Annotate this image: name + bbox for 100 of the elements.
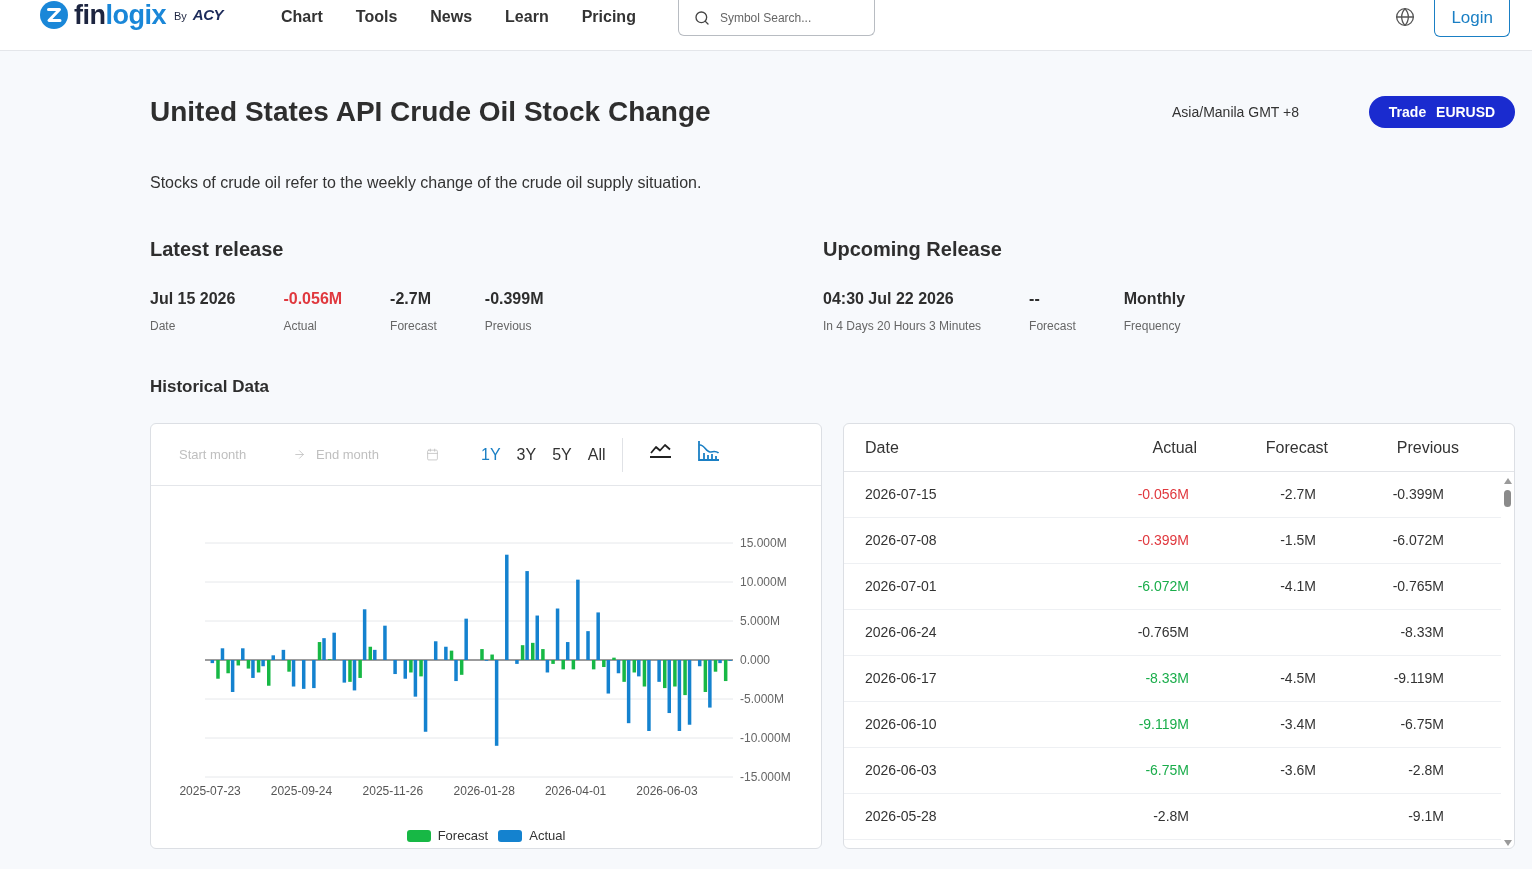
stat-value: -0.399M <box>484 289 544 309</box>
nav-link[interactable]: Learn <box>505 5 549 29</box>
actual-bar <box>383 625 387 660</box>
actual-cell-text: -9.119M <box>1137 715 1189 734</box>
forecast-cell-text: -4.5M <box>1279 669 1316 688</box>
date-cell-text: 2026-06-24 <box>865 623 938 642</box>
end-month-field[interactable]: End month <box>316 444 426 465</box>
brand-wordmark[interactable]: finlogix <box>74 0 166 30</box>
actual-bar <box>281 649 286 660</box>
start-month-field[interactable]: Start month <box>179 444 293 465</box>
actual-bar <box>515 660 519 664</box>
forecast-bar <box>409 660 413 673</box>
previous-cell-text: -6.072M <box>1391 531 1444 550</box>
nav-link[interactable]: Tools <box>355 5 398 29</box>
actual-bar <box>444 646 448 660</box>
x-axis-label: 2025-11-26 <box>362 784 424 798</box>
nav-link[interactable]: News <box>430 5 473 29</box>
previous-cell-text: -0.765M <box>1391 577 1444 596</box>
search-field[interactable]: Symbol Search... <box>677 0 875 36</box>
forecast-bar <box>683 660 687 696</box>
actual-cell-text: -0.056M <box>1136 485 1189 504</box>
actual-bar <box>393 660 397 675</box>
actual-bar <box>616 660 621 674</box>
range-tab[interactable]: All <box>587 442 606 467</box>
previous-cell-text: -8.33M <box>1399 623 1444 642</box>
column-header: Actual <box>1151 437 1197 458</box>
event-description: Stocks of crude oil refer to the weekly change of the crude oil supply situation. <box>150 173 703 193</box>
actual-bar <box>251 660 255 678</box>
forecast-bar <box>571 660 576 670</box>
forecast-bar <box>267 660 271 686</box>
forecast-bar <box>612 657 616 660</box>
forecast-cell-text: -2.7M <box>1279 485 1316 504</box>
forecast-bar <box>256 660 261 673</box>
range-tab[interactable]: 3Y <box>516 442 537 467</box>
stat-label: Frequency <box>1123 318 1182 335</box>
stat-value: 04:30 Jul 22 2026 <box>823 289 955 309</box>
range-tab[interactable]: 1Y <box>481 442 501 467</box>
actual-cell-text: -6.75M <box>1144 761 1189 780</box>
stat-value: -0.056M <box>283 289 343 309</box>
date-cell-text: 2026-06-03 <box>865 761 938 780</box>
forecast-bar <box>317 642 322 660</box>
logo-icon[interactable] <box>40 1 68 29</box>
legend-label: Actual <box>529 827 566 846</box>
stat-label: Forecast <box>390 318 437 335</box>
actual-bar <box>718 660 722 664</box>
search-icon <box>693 10 710 26</box>
y-axis-label: 0.000 <box>740 653 771 667</box>
actual-bar <box>291 660 296 687</box>
forecast-bar <box>723 660 728 682</box>
timezone-label: Asia/Manila GMT +8 <box>1172 102 1299 122</box>
actual-bar <box>687 660 692 725</box>
section-heading: Latest release <box>150 237 285 262</box>
actual-bar <box>535 615 539 660</box>
scrollbar-thumb[interactable] <box>1504 490 1511 507</box>
actual-bar <box>677 660 682 731</box>
range-tab[interactable]: 5Y <box>552 442 572 467</box>
nav-link[interactable]: Chart <box>281 5 323 29</box>
actual-bar <box>667 660 671 714</box>
forecast-cell-text: -3.4M <box>1279 715 1316 734</box>
actual-bar <box>423 660 428 732</box>
actual-cell-text: -2.8M <box>1152 807 1189 826</box>
trade-button[interactable]: Trade EURUSD <box>1369 96 1515 128</box>
forecast-bar <box>368 646 373 660</box>
login-button[interactable]: Login <box>1434 0 1510 37</box>
forecast-bar <box>622 660 626 682</box>
previous-cell-text: -2.8M <box>1407 761 1444 780</box>
actual-bar <box>362 609 367 660</box>
column-header: Previous <box>1395 437 1459 458</box>
actual-bar <box>657 660 661 682</box>
actual-bar <box>230 660 235 692</box>
forecast-bar <box>713 660 718 672</box>
forecast-bar <box>663 660 667 689</box>
forecast-bar <box>419 660 423 677</box>
scroll-up-icon[interactable] <box>1503 478 1512 484</box>
actual-bar <box>352 660 357 691</box>
actual-bar <box>322 638 326 660</box>
forecast-bar <box>490 654 494 660</box>
section-heading: Upcoming Release <box>823 237 1003 262</box>
date-cell-text: 2026-06-17 <box>865 669 938 688</box>
scroll-down-icon[interactable] <box>1503 840 1512 846</box>
actual-bar <box>454 660 458 682</box>
section-heading: Historical Data <box>150 376 271 398</box>
y-axis-label: -15.000M <box>740 770 791 784</box>
nav-link[interactable]: Pricing <box>581 5 636 29</box>
forecast-bar <box>358 660 362 678</box>
line-chart-icon[interactable] <box>649 443 671 458</box>
bar-chart-icon[interactable] <box>697 440 719 461</box>
actual-bar <box>708 660 712 708</box>
actual-bar <box>637 660 641 677</box>
forecast-bar <box>673 660 677 687</box>
forecast-cell-text: -1.5M <box>1279 531 1316 550</box>
actual-bar <box>312 660 316 689</box>
forecast-bar <box>602 660 606 667</box>
date-cell-text: 2026-05-28 <box>865 807 938 826</box>
y-axis-label: -10.000M <box>740 731 791 745</box>
actual-cell-text: -8.33M <box>1144 669 1189 688</box>
actual-cell-text: -0.765M <box>1136 623 1189 642</box>
partner-byline: By <box>174 8 187 24</box>
date-cell-text: 2026-07-01 <box>865 577 938 596</box>
globe-icon[interactable] <box>1395 7 1416 27</box>
